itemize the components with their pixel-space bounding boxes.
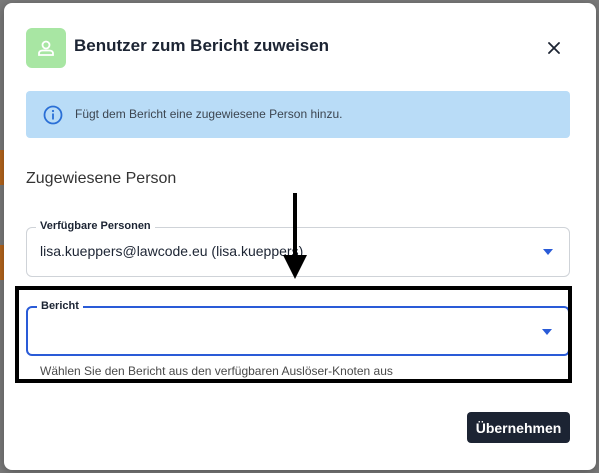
user-icon xyxy=(26,28,66,68)
available-persons-value: lisa.kueppers@lawcode.eu (lisa.kueppers) xyxy=(40,243,304,259)
apply-button[interactable]: Übernehmen xyxy=(467,412,570,443)
assign-user-dialog: Benutzer zum Bericht zuweisen Fügt dem B… xyxy=(4,3,596,470)
annotation-arrow-head xyxy=(283,255,307,279)
info-text: Fügt dem Bericht eine zugewiesene Person… xyxy=(75,107,343,121)
section-label: Zugewiesene Person xyxy=(26,170,177,187)
close-button[interactable] xyxy=(542,36,566,60)
info-banner: Fügt dem Bericht eine zugewiesene Person… xyxy=(26,91,570,138)
info-icon xyxy=(43,105,63,125)
available-persons-label: Verfügbare Personen xyxy=(36,220,155,232)
annotation-highlight-box xyxy=(15,286,572,383)
chevron-down-icon xyxy=(543,249,553,255)
close-icon xyxy=(548,42,560,54)
annotation-arrow-line xyxy=(293,193,297,258)
dialog-title: Benutzer zum Bericht zuweisen xyxy=(74,36,330,55)
